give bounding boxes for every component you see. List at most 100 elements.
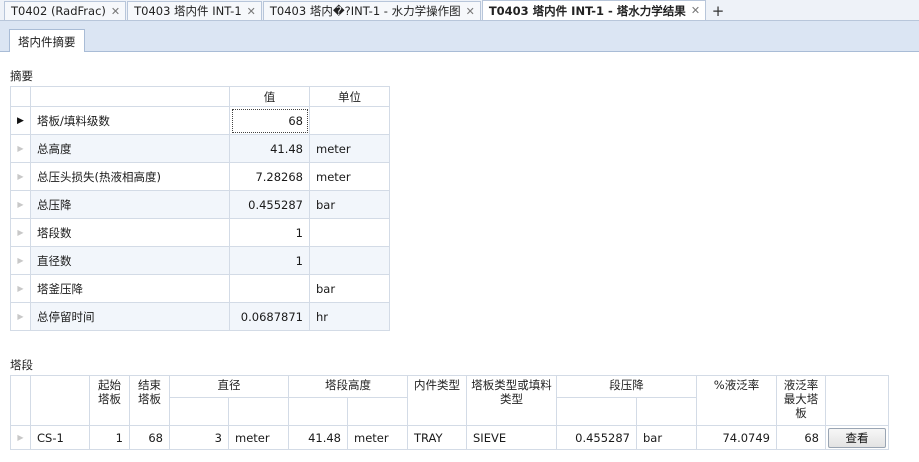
row-value[interactable]: 0.455287 bbox=[229, 190, 310, 219]
summary-row-sump-pressure-drop[interactable]: ▶ 塔釜压降 bar bbox=[10, 274, 390, 303]
corner-cell bbox=[10, 375, 31, 426]
summary-row-total-height[interactable]: ▶ 总高度 41.48 meter bbox=[10, 134, 390, 163]
row-selector[interactable]: ▶ bbox=[10, 190, 31, 219]
row-unit: bar bbox=[309, 274, 390, 303]
row-label: 塔板/填料级数 bbox=[30, 106, 230, 135]
tab-internals-summary[interactable]: 塔内件摘要 bbox=[9, 29, 85, 53]
row-value[interactable]: 0.0687871 bbox=[229, 302, 310, 331]
content-area: 摘要 值 单位 ▶ 塔板/填料级数 68 ▶ 总高度 41.48 meter ▶… bbox=[0, 52, 919, 462]
row-value[interactable]: 41.48 bbox=[229, 134, 310, 163]
segment-max-flood-stage: 68 bbox=[776, 425, 826, 450]
action-column-header bbox=[825, 375, 889, 426]
summary-row-head-loss[interactable]: ▶ 总压头损失(热液相高度) 7.28268 meter bbox=[10, 162, 390, 191]
name-column-header bbox=[30, 375, 90, 426]
document-tab-strip: T0402 (RadFrac) ✕ T0403 塔内件 INT-1 ✕ T040… bbox=[0, 0, 919, 21]
segment-tray-type: SIEVE bbox=[466, 425, 557, 450]
start-stage-column-header: 起始塔板 bbox=[89, 375, 130, 426]
row-selector[interactable]: ▶ bbox=[10, 106, 31, 135]
summary-row-diameters[interactable]: ▶ 直径数 1 bbox=[10, 246, 390, 275]
section-pressure-drop-column-header: 段压降 bbox=[556, 375, 697, 398]
close-icon[interactable]: ✕ bbox=[466, 5, 475, 18]
row-value[interactable] bbox=[229, 274, 310, 303]
row-selector[interactable]: ▶ bbox=[10, 134, 31, 163]
tab-internals[interactable]: T0403 塔内件 INT-1 ✕ bbox=[127, 1, 262, 20]
row-indicator-icon: ▶ bbox=[17, 311, 24, 321]
summary-row-stages[interactable]: ▶ 塔板/填料级数 68 bbox=[10, 106, 390, 135]
unit-column-header: 单位 bbox=[309, 86, 390, 107]
tab-hydraulic-results[interactable]: T0403 塔内件 INT-1 - 塔水力学结果 ✕ bbox=[481, 0, 707, 20]
row-indicator-icon: ▶ bbox=[17, 143, 24, 153]
row-selector[interactable]: ▶ bbox=[10, 218, 31, 247]
row-indicator-icon: ▶ bbox=[17, 199, 24, 209]
row-label: 塔釜压降 bbox=[30, 274, 230, 303]
summary-header-row: 值 单位 bbox=[10, 86, 390, 107]
row-unit bbox=[309, 246, 390, 275]
sub-tab-label: 塔内件摘要 bbox=[18, 34, 76, 49]
row-label: 总压头损失(热液相高度) bbox=[30, 162, 230, 191]
segments-grid: 起始塔板 结束塔板 直径 塔段高度 内件类型 塔板类型或填料类型 段压降 %液泛… bbox=[10, 375, 889, 450]
row-indicator-icon: ▶ bbox=[17, 171, 24, 181]
segment-end-stage: 68 bbox=[129, 425, 170, 450]
flood-percent-column-header: %液泛率 bbox=[696, 375, 777, 426]
summary-row-pressure-drop[interactable]: ▶ 总压降 0.455287 bar bbox=[10, 190, 390, 219]
row-indicator-icon: ▶ bbox=[17, 227, 24, 237]
segments-title: 塔段 bbox=[10, 358, 33, 372]
summary-title: 摘要 bbox=[10, 69, 33, 83]
view-button[interactable]: 查看 bbox=[828, 427, 886, 448]
row-selector[interactable]: ▶ bbox=[10, 246, 31, 275]
row-value[interactable]: 1 bbox=[229, 246, 310, 275]
height-unit-subheader bbox=[347, 397, 408, 426]
tab-label: T0403 塔内件 INT-1 bbox=[134, 4, 242, 18]
row-unit: meter bbox=[309, 162, 390, 191]
close-icon[interactable]: ✕ bbox=[247, 5, 256, 18]
segment-diameter-unit: meter bbox=[228, 425, 289, 450]
summary-row-residence-time[interactable]: ▶ 总停留时间 0.0687871 hr bbox=[10, 302, 390, 331]
height-value-subheader bbox=[288, 397, 348, 426]
summary-grid: 值 单位 ▶ 塔板/填料级数 68 ▶ 总高度 41.48 meter ▶ 总压… bbox=[10, 86, 390, 331]
value-column-header: 值 bbox=[229, 86, 310, 107]
segment-start-stage: 1 bbox=[89, 425, 130, 450]
row-unit bbox=[309, 106, 390, 135]
row-selector[interactable]: ▶ bbox=[10, 302, 31, 331]
view-cell: 查看 bbox=[825, 425, 889, 450]
sub-tab-bar: 塔内件摘要 bbox=[0, 21, 919, 53]
row-indicator-icon: ▶ bbox=[17, 283, 24, 293]
tab-radfrac[interactable]: T0402 (RadFrac) ✕ bbox=[4, 1, 127, 20]
row-unit: hr bbox=[309, 302, 390, 331]
plus-icon[interactable]: + bbox=[709, 2, 727, 20]
diameter-value-subheader bbox=[169, 397, 229, 426]
segment-height-unit: meter bbox=[347, 425, 408, 450]
row-value[interactable]: 68 bbox=[229, 106, 310, 135]
row-label: 塔段数 bbox=[30, 218, 230, 247]
summary-row-sections[interactable]: ▶ 塔段数 1 bbox=[10, 218, 390, 247]
current-row-icon: ▶ bbox=[17, 115, 24, 126]
tab-label: T0402 (RadFrac) bbox=[11, 4, 106, 18]
segment-row[interactable]: ▶ CS-1 1 68 3 meter 41.48 meter TRAY SIE… bbox=[10, 425, 889, 450]
row-value[interactable]: 1 bbox=[229, 218, 310, 247]
row-label: 直径数 bbox=[30, 246, 230, 275]
segment-pressure-drop-unit: bar bbox=[636, 425, 697, 450]
row-selector[interactable]: ▶ bbox=[10, 162, 31, 191]
tab-label: T0403 塔内件 INT-1 - 塔水力学结果 bbox=[488, 3, 686, 18]
section-height-column-header: 塔段高度 bbox=[288, 375, 408, 398]
max-flood-stage-column-header: 液泛率最大塔板 bbox=[776, 375, 826, 426]
internal-type-column-header: 内件类型 bbox=[407, 375, 467, 426]
row-unit: meter bbox=[309, 134, 390, 163]
segment-name: CS-1 bbox=[30, 425, 90, 450]
row-value[interactable]: 7.28268 bbox=[229, 162, 310, 191]
segment-flood-percent: 74.0749 bbox=[696, 425, 777, 450]
row-label: 总高度 bbox=[30, 134, 230, 163]
row-indicator-icon: ▶ bbox=[17, 255, 24, 265]
row-unit: bar bbox=[309, 190, 390, 219]
row-unit bbox=[309, 218, 390, 247]
tray-type-column-header: 塔板类型或填料类型 bbox=[466, 375, 557, 426]
dp-unit-subheader bbox=[636, 397, 697, 426]
row-selector[interactable]: ▶ bbox=[10, 425, 31, 450]
row-selector[interactable]: ▶ bbox=[10, 274, 31, 303]
diameter-column-header: 直径 bbox=[169, 375, 289, 398]
dp-value-subheader bbox=[556, 397, 637, 426]
segment-height: 41.48 bbox=[288, 425, 348, 450]
close-icon[interactable]: ✕ bbox=[111, 5, 120, 18]
tab-hydraulic-plot[interactable]: T0403 塔内�?INT-1 - 水力学操作图 ✕ bbox=[262, 1, 481, 20]
close-icon[interactable]: ✕ bbox=[691, 4, 700, 17]
